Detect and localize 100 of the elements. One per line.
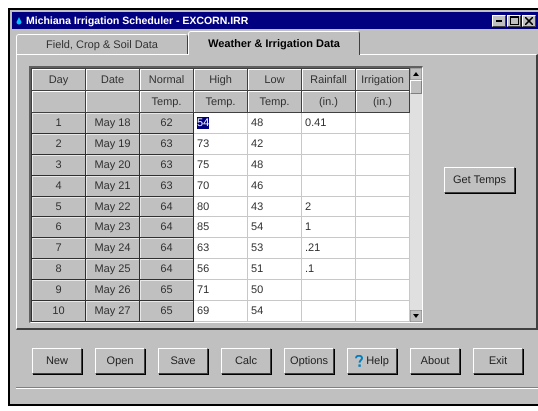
table-cell: May 20: [86, 154, 140, 176]
scroll-thumb[interactable]: [410, 80, 422, 94]
column-header: Rainfall: [302, 68, 356, 90]
scroll-up-icon[interactable]: [410, 68, 422, 80]
column-header: Day: [32, 68, 86, 90]
table-cell: May 22: [86, 196, 140, 217]
minimize-button[interactable]: [492, 14, 506, 26]
table-cell: May 23: [86, 216, 140, 238]
table-cell: May 26: [86, 280, 140, 301]
table-cell: 64: [140, 258, 194, 280]
table-cell: 4: [32, 175, 86, 196]
column-header: Temp.: [194, 90, 248, 112]
close-icon: [525, 16, 533, 24]
table-cell: 6: [32, 216, 86, 238]
table-cell[interactable]: 2: [302, 196, 356, 217]
table-cell[interactable]: 0.41: [302, 112, 356, 134]
table-cell[interactable]: [356, 154, 410, 176]
table-cell[interactable]: 43: [248, 196, 302, 217]
toolbar-button[interactable]: About: [410, 348, 460, 374]
tab[interactable]: Weather & Irrigation Data: [188, 31, 360, 55]
table-cell[interactable]: 48: [248, 154, 302, 176]
table-cell[interactable]: 50: [248, 280, 302, 301]
table-cell[interactable]: [356, 175, 410, 196]
table-cell[interactable]: 56: [194, 258, 248, 280]
column-header: Date: [86, 68, 140, 90]
table-cell[interactable]: [356, 280, 410, 301]
table-cell[interactable]: [356, 300, 410, 322]
table-cell[interactable]: [356, 196, 410, 217]
table-cell: 10: [32, 300, 86, 322]
table-cell: 5: [32, 196, 86, 217]
table-cell: 65: [140, 280, 194, 301]
toolbar-button[interactable]: Options: [284, 348, 334, 374]
cell-value: 80: [197, 200, 210, 212]
tab[interactable]: Field, Crop & Soil Data: [16, 34, 188, 54]
table-cell[interactable]: [356, 238, 410, 259]
table-cell: May 18: [86, 112, 140, 134]
table-cell[interactable]: .1: [302, 258, 356, 280]
question-icon: [355, 355, 364, 367]
cell-value: 71: [197, 284, 210, 296]
column-header: Temp.: [140, 90, 194, 112]
table-cell[interactable]: [356, 112, 410, 134]
close-button[interactable]: [522, 14, 536, 26]
cell-value: 75: [197, 158, 210, 171]
table-cell: 62: [140, 112, 194, 134]
maximize-icon: [510, 16, 518, 25]
table-cell: 1: [32, 112, 86, 134]
scrollbar[interactable]: [410, 68, 422, 322]
column-header: Low: [248, 68, 302, 90]
table-cell: May 21: [86, 175, 140, 196]
table-cell[interactable]: 71: [194, 280, 248, 301]
table-cell: May 27: [86, 300, 140, 322]
cell-value: 70: [197, 180, 210, 192]
table-cell[interactable]: 1: [302, 216, 356, 238]
table-cell[interactable]: [356, 216, 410, 238]
toolbar-button[interactable]: Exit: [473, 348, 523, 374]
table-cell: 64: [140, 216, 194, 238]
scroll-down-icon[interactable]: [410, 310, 422, 322]
table-cell[interactable]: 75: [194, 154, 248, 176]
cell-value: 73: [197, 138, 210, 150]
table-cell[interactable]: 85: [194, 216, 248, 238]
table-cell[interactable]: 73: [194, 133, 248, 154]
toolbar-button[interactable]: Save: [158, 348, 208, 374]
table-cell[interactable]: 51: [248, 258, 302, 280]
maximize-button[interactable]: [507, 14, 521, 26]
table-cell[interactable]: 54: [248, 300, 302, 322]
get-temps-button[interactable]: Get Temps: [444, 167, 515, 193]
table-cell[interactable]: [356, 258, 410, 280]
table-cell[interactable]: 70: [194, 175, 248, 196]
column-header: Temp.: [248, 90, 302, 112]
table-cell[interactable]: .21: [302, 238, 356, 259]
table-cell: 8: [32, 258, 86, 280]
table-cell[interactable]: 69: [194, 300, 248, 322]
table-cell: 9: [32, 280, 86, 301]
table-cell[interactable]: 48: [248, 112, 302, 134]
table-cell[interactable]: 80: [194, 196, 248, 217]
table-cell[interactable]: [302, 133, 356, 154]
table-cell: May 19: [86, 133, 140, 154]
table-cell[interactable]: 42: [248, 133, 302, 154]
column-header: (in.): [302, 90, 356, 112]
table-cell: 63: [140, 154, 194, 176]
toolbar-button[interactable]: Open: [95, 348, 145, 374]
table-cell[interactable]: 54: [194, 112, 248, 134]
table-cell: 7: [32, 238, 86, 259]
table-cell[interactable]: 46: [248, 175, 302, 196]
table-cell[interactable]: 63: [194, 238, 248, 259]
column-header: Normal: [140, 68, 194, 90]
table-cell[interactable]: 53: [248, 238, 302, 259]
table-cell: May 24: [86, 238, 140, 259]
table-cell[interactable]: [302, 300, 356, 322]
cell-value: 69: [197, 305, 210, 317]
table-cell: May 25: [86, 258, 140, 280]
toolbar-button[interactable]: New: [32, 348, 82, 374]
window-title: Michiana Irrigation Scheduler - EXCORN.IRR: [26, 14, 248, 26]
table-cell[interactable]: [302, 175, 356, 196]
table-cell[interactable]: 54: [248, 216, 302, 238]
table-cell[interactable]: [356, 133, 410, 154]
toolbar-button[interactable]: Calc: [221, 348, 271, 374]
help-button[interactable]: Help: [347, 348, 397, 374]
table-cell[interactable]: [302, 280, 356, 301]
table-cell[interactable]: [302, 154, 356, 176]
